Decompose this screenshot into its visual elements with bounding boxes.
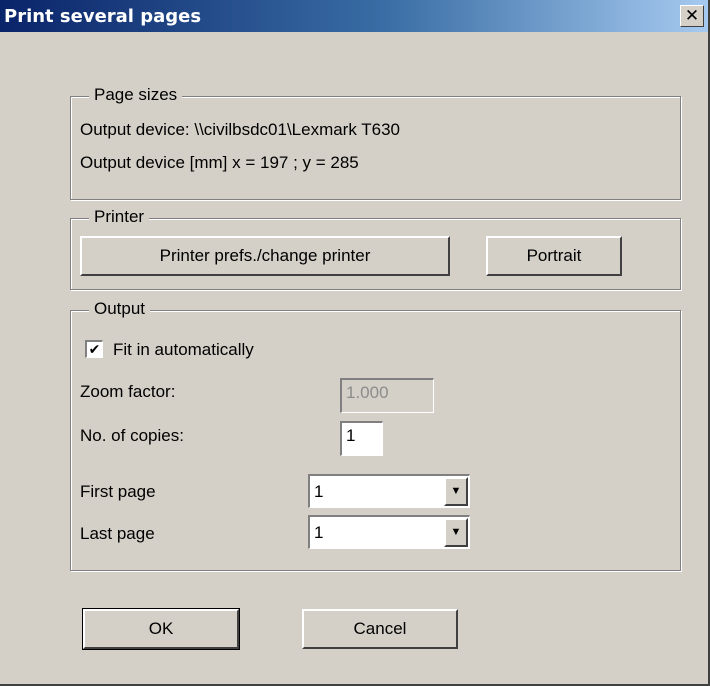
ok-label: OK bbox=[148, 619, 174, 638]
fit-automatically-checkbox[interactable]: ✔ bbox=[85, 340, 103, 358]
ok-button[interactable]: OK bbox=[82, 608, 240, 650]
printer-prefs-button[interactable]: Printer prefs./change printer bbox=[80, 236, 450, 276]
first-page-label: First page bbox=[80, 482, 156, 501]
close-button[interactable]: ✕ bbox=[680, 5, 704, 27]
page-sizes-legend: Page sizes bbox=[89, 85, 183, 105]
chevron-down-icon: ▼ bbox=[450, 526, 462, 538]
last-page-value: 1 bbox=[314, 523, 324, 542]
zoom-factor-label: Zoom factor: bbox=[80, 382, 176, 401]
copies-field[interactable]: 1 bbox=[340, 421, 383, 456]
last-page-label: Last page bbox=[80, 524, 155, 543]
page-sizes-group: Page sizes bbox=[70, 85, 681, 200]
zoom-factor-value: 1.000 bbox=[346, 383, 389, 402]
check-mark-icon: ✔ bbox=[88, 341, 101, 358]
printer-prefs-label: Printer prefs./change printer bbox=[159, 246, 371, 265]
printer-legend: Printer bbox=[89, 207, 150, 227]
chevron-down-icon: ▼ bbox=[450, 485, 462, 497]
output-device-text: Output device: \\civilbsdc01\Lexmark T63… bbox=[80, 120, 401, 139]
first-page-dropdown[interactable]: 1 ▼ bbox=[308, 474, 470, 508]
title-bar[interactable]: Print several pages ✕ bbox=[0, 0, 708, 32]
dialog-title: Print several pages bbox=[4, 6, 202, 27]
zoom-factor-field: 1.000 bbox=[340, 378, 434, 413]
output-device-size-text: Output device [mm] x = 197 ; y = 285 bbox=[80, 153, 359, 172]
first-page-dropdown-button[interactable]: ▼ bbox=[444, 477, 468, 506]
copies-value: 1 bbox=[346, 426, 356, 445]
orientation-label: Portrait bbox=[526, 246, 582, 265]
cancel-label: Cancel bbox=[353, 619, 407, 638]
fit-automatically-label[interactable]: Fit in automatically bbox=[113, 340, 254, 360]
first-page-value: 1 bbox=[314, 482, 324, 501]
last-page-dropdown-button[interactable]: ▼ bbox=[444, 518, 468, 547]
output-legend: Output bbox=[89, 299, 151, 319]
orientation-button[interactable]: Portrait bbox=[486, 236, 622, 276]
print-dialog: Print several pages ✕ Page sizes Output … bbox=[0, 0, 710, 686]
copies-label: No. of copies: bbox=[80, 426, 184, 445]
cancel-button[interactable]: Cancel bbox=[302, 609, 458, 649]
close-icon: ✕ bbox=[684, 5, 700, 26]
last-page-dropdown[interactable]: 1 ▼ bbox=[308, 515, 470, 549]
